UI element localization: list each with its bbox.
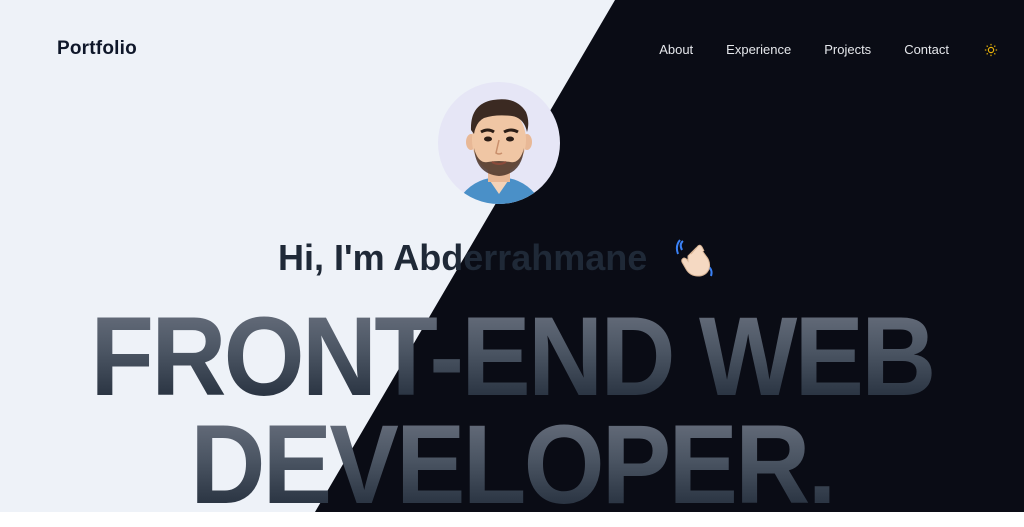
sun-icon[interactable] xyxy=(984,42,1000,58)
main-nav: About Experience Projects Contact xyxy=(626,42,1000,58)
headline-line-2: DEVELOPER. xyxy=(36,409,988,521)
nav-experience[interactable]: Experience xyxy=(726,42,791,58)
nav-projects[interactable]: Projects xyxy=(824,42,871,58)
greeting-wrapper: Hi, I'm Abderrahmane xyxy=(0,233,1024,283)
greeting-text: Hi, I'm Abderrahmane xyxy=(278,237,648,278)
avatar xyxy=(438,82,560,204)
headline-line-1: FRONT-END WEB xyxy=(36,301,988,413)
nav-about[interactable]: About xyxy=(659,42,693,58)
nav-contact[interactable]: Contact xyxy=(904,42,949,58)
waving-hand-icon xyxy=(674,236,718,280)
brand-logo[interactable]: Portfolio xyxy=(57,38,137,60)
